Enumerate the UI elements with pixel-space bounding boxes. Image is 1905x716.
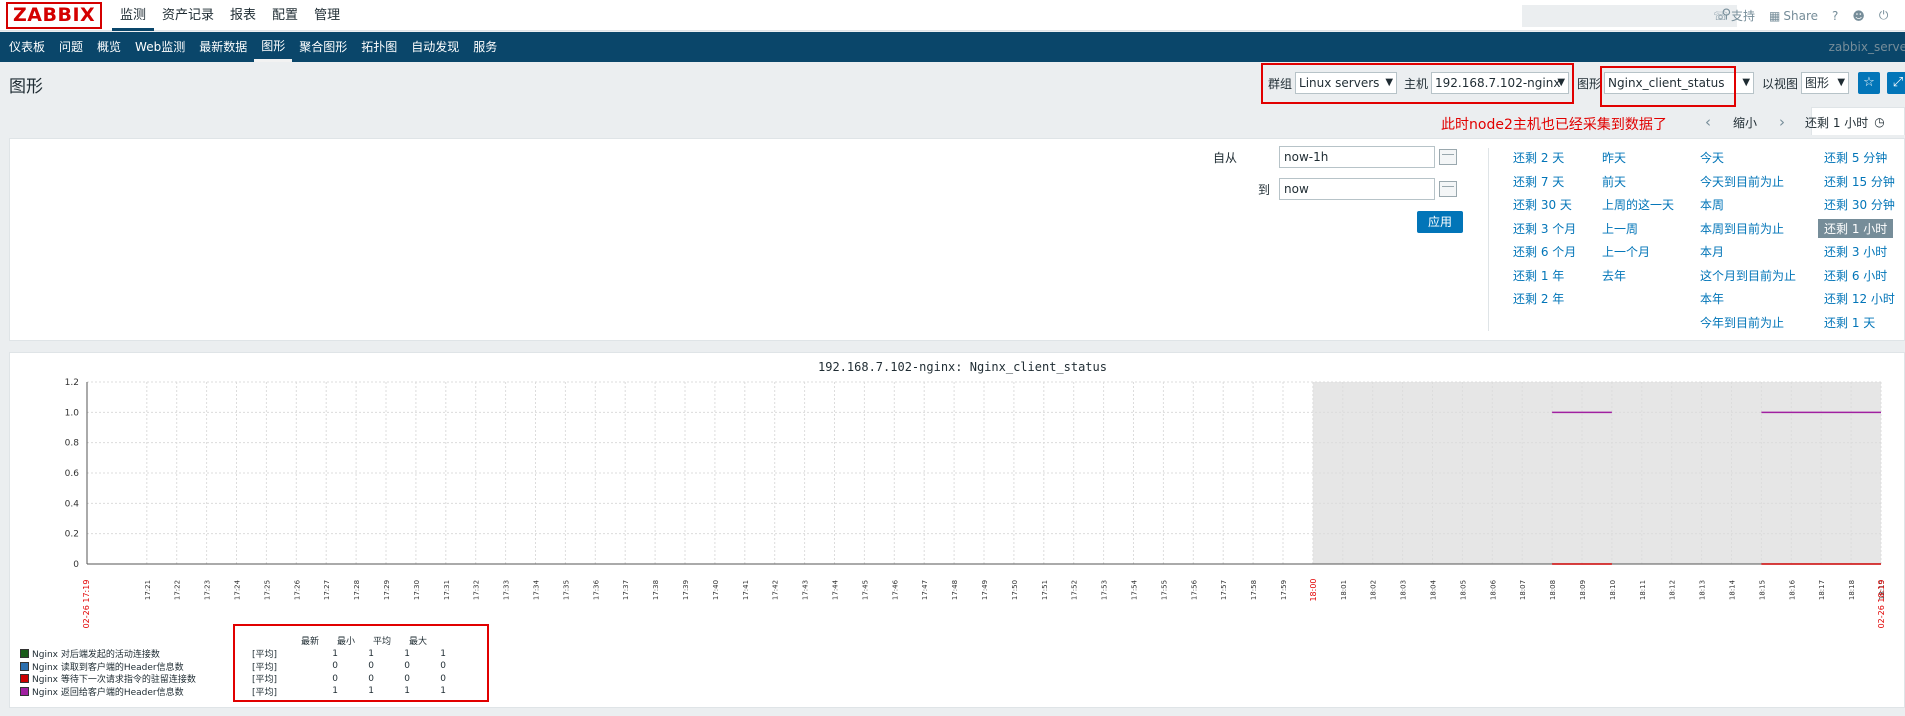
x-tick-label: 18:00	[1309, 578, 1318, 601]
x-tick-label: 17:41	[742, 580, 750, 600]
y-tick-label: 0.6	[65, 469, 80, 479]
legend-swatch	[20, 661, 29, 671]
legend-swatch	[20, 649, 29, 658]
x-tick-label: 18:04	[1430, 579, 1438, 600]
x-tick-label: 17:22	[174, 580, 182, 600]
graph-svg: 1.2 1.0 0.8 0.6 0.4 0.2 0 17:21 17:22 17:23 17:24 1…	[65, 378, 1886, 629]
x-tick-label: 17:50	[1011, 580, 1019, 600]
legend-name: Nginx 等待下一次请求指令的驻留连接数	[32, 675, 196, 685]
x-tick-label: 17:25	[263, 580, 271, 600]
x-tick-label: 17:43	[802, 580, 810, 600]
x-tick-label: 17:54	[1131, 579, 1139, 600]
x-tick-label: 17:24	[234, 579, 242, 600]
x-tick-label: 17:40	[712, 580, 720, 600]
legend-name: Nginx 对后端发起的活动连接数	[32, 650, 160, 660]
x-tick-label: 18:16	[1788, 579, 1796, 600]
x-tick-label: 18:14	[1729, 579, 1737, 600]
x-tick-label: 17:36	[592, 579, 600, 600]
x-tick-label: 17:58	[1250, 580, 1258, 600]
x-tick-label: 17:44	[832, 579, 840, 600]
x-tick-label: 17:29	[383, 580, 391, 600]
x-tick-label: 18:13	[1699, 580, 1707, 600]
x-tick-label: 17:37	[622, 580, 630, 600]
x-tick-label: 17:33	[503, 580, 511, 600]
x-tick-label: 17:51	[1041, 580, 1049, 600]
x-tick-label: 17:52	[1071, 580, 1079, 600]
x-tick-label: 17:49	[981, 580, 989, 600]
y-tick-label: 0.4	[65, 499, 80, 509]
x-tick-label: 17:47	[921, 580, 929, 600]
y-tick-label: 0	[73, 560, 79, 570]
x-tick-label: 17:38	[652, 580, 660, 600]
x-tick-label: 18:17	[1818, 580, 1826, 600]
x-tick-label: 18:05	[1459, 580, 1467, 600]
x-tick-label: 18:18	[1848, 580, 1856, 600]
x-tick-label: 18:01	[1340, 580, 1348, 600]
x-tick-label: 17:27	[323, 580, 331, 600]
x-tick-label: 18:06	[1489, 579, 1497, 600]
x-tick-label: 18:12	[1669, 580, 1677, 600]
x-tick-label: 17:32	[473, 580, 481, 600]
x-tick-label: 17:31	[443, 580, 451, 600]
x-tick-label: 17:39	[682, 580, 690, 600]
legend-swatch	[20, 686, 29, 696]
y-tick-label: 1.0	[65, 408, 80, 418]
y-tick-label: 0.8	[65, 439, 80, 449]
x-tick-label: 17:57	[1220, 580, 1228, 600]
x-tick-label: 17:55	[1160, 580, 1168, 600]
y-tick-label: 0.2	[65, 530, 79, 540]
x-tick-label: 17:28	[353, 580, 361, 600]
x-tick-label: 17:59	[1280, 580, 1288, 600]
x-start-label: 02-26 17:19	[82, 580, 91, 629]
x-tick-label: 17:56	[1190, 579, 1198, 600]
x-tick-label: 17:46	[891, 579, 899, 600]
x-tick-label: 18:09	[1579, 580, 1587, 600]
x-tick-label: 18:15	[1758, 580, 1766, 600]
legend-swatch	[20, 674, 29, 683]
x-tick-label: 18:02	[1370, 580, 1378, 600]
x-tick-label: 17:21	[144, 580, 152, 600]
x-tick-label: 18:11	[1639, 580, 1647, 600]
x-tick-label: 18:07	[1519, 580, 1527, 600]
x-tick-label: 17:45	[861, 580, 869, 600]
x-tick-label: 17:23	[204, 580, 212, 600]
x-tick-label: 17:30	[413, 580, 421, 600]
legend-name: Nginx 返回给客户端的Header信息数	[32, 687, 184, 698]
x-tick-label: 17:48	[951, 580, 959, 600]
x-tick-label: 17:34	[533, 579, 541, 600]
x-end-label: 02-26 18:19	[1877, 580, 1886, 629]
x-tick-label: 18:10	[1609, 580, 1617, 600]
highlight-box-legend	[233, 624, 489, 702]
legend-name: Nginx 读取到客户端的Header信息数	[32, 662, 184, 673]
x-tick-label: 17:26	[293, 579, 301, 600]
x-tick-label: 17:53	[1101, 580, 1109, 600]
x-tick-label: 18:03	[1400, 580, 1408, 600]
x-tick-label: 17:42	[772, 580, 780, 600]
y-tick-label: 1.2	[65, 378, 79, 388]
x-tick-label: 17:35	[562, 580, 570, 600]
x-tick-label: 18:08	[1549, 580, 1557, 600]
